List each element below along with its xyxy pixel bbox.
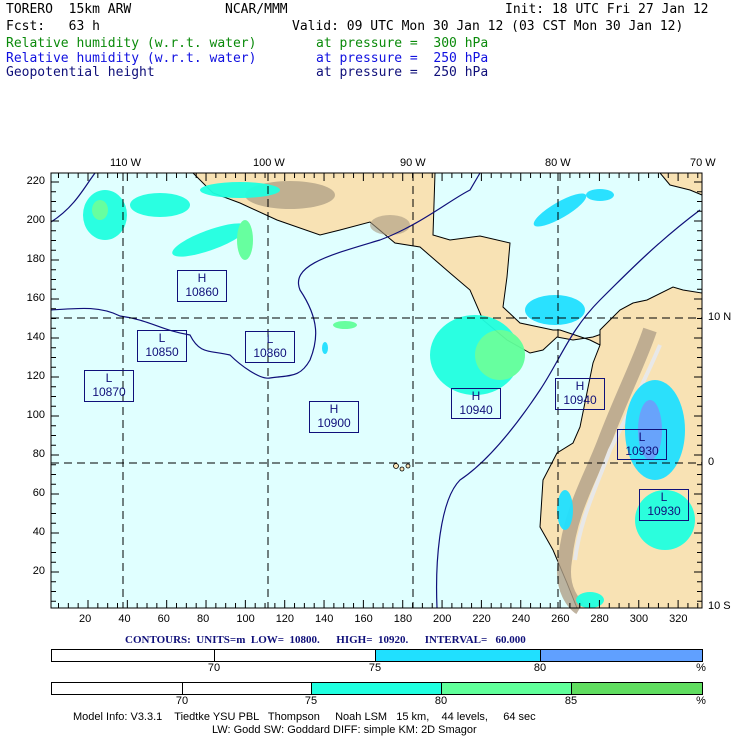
y-tick-label: 180 xyxy=(26,253,45,265)
colorbar-rh300-label: 75 xyxy=(304,695,318,707)
x-tick-label: 300 xyxy=(629,613,649,625)
x-tick-label: 140 xyxy=(315,613,334,625)
height-center-high: H 10900 xyxy=(309,401,359,433)
height-center-high: H 10940 xyxy=(451,388,501,419)
model-info-line1: Model Info: V3.3.1 Tiedtke YSU PBL Thomp… xyxy=(73,711,536,723)
weather-map-page: TORERO 15km ARW NCAR/MMM Init: 18 UTC Fr… xyxy=(0,0,740,740)
x-tick-label: 100 xyxy=(236,613,255,625)
lon-label-90w: 90 W xyxy=(400,157,426,169)
colorbar-rh300-label: 80 xyxy=(434,695,448,707)
y-tick-label: 120 xyxy=(26,370,45,382)
colorbar-rh250-segment xyxy=(376,650,541,661)
x-tick-label: 240 xyxy=(511,613,531,625)
x-tick-label: 180 xyxy=(393,613,413,625)
x-tick-label: 80 xyxy=(197,613,210,625)
y-tick-label: 40 xyxy=(32,526,45,538)
x-tick-label: 200 xyxy=(433,613,452,625)
x-tick-label: 220 xyxy=(472,613,491,625)
x-tick-label: 160 xyxy=(354,613,373,625)
y-tick-label: 140 xyxy=(26,331,45,343)
colorbar-rh250-segment xyxy=(52,650,215,661)
colorbar-rh300-segment xyxy=(52,683,183,694)
colorbar-rh300-segment xyxy=(312,683,442,694)
colorbar-rh300-label: 70 xyxy=(175,695,189,707)
lat-label-0: 0 xyxy=(708,456,715,468)
lat-label-10n: 10 N xyxy=(708,311,732,323)
colorbar-rh250-label: 70 xyxy=(207,662,221,674)
y-tick-label: 100 xyxy=(26,409,45,421)
y-tick-label: 20 xyxy=(32,565,45,577)
colorbar-rh300-segment xyxy=(442,683,572,694)
lat-label-10s: 10 S xyxy=(708,600,731,612)
height-center-low: L 10860 xyxy=(245,331,295,363)
x-tick-label: 280 xyxy=(590,613,609,625)
y-tick-label: 80 xyxy=(32,448,45,460)
x-tick-label: 20 xyxy=(79,613,92,625)
x-tick-label: 120 xyxy=(275,613,295,625)
colorbar-rh300 xyxy=(51,682,703,695)
height-center-high: H 10940 xyxy=(555,378,605,410)
y-tick-label: 220 xyxy=(26,175,45,187)
height-center-low: L 10930 xyxy=(639,489,689,521)
colorbar-rh300-unit: % xyxy=(696,695,706,707)
colorbar-rh250-segment xyxy=(541,650,702,661)
map-plot xyxy=(50,172,703,614)
y-tick-label: 200 xyxy=(26,214,45,226)
colorbar-rh250-label: 80 xyxy=(533,662,547,674)
lon-label-80w: 80 W xyxy=(545,157,571,169)
height-center-low: L 10850 xyxy=(137,330,187,362)
lon-label-100w: 100 W xyxy=(253,157,285,169)
model-info-line2: LW: Godd SW: Goddard DIFF: simple KM: 2D… xyxy=(212,724,477,736)
contour-info: CONTOURS: UNITS=m LOW= 10800. HIGH= 1092… xyxy=(125,634,526,646)
x-tick-label: 40 xyxy=(118,613,131,625)
lon-label-70w: 70 W xyxy=(690,157,716,169)
height-center-high: H 10860 xyxy=(177,270,227,302)
lon-label-110w: 110 W xyxy=(110,157,141,169)
x-tick-label: 320 xyxy=(669,613,688,625)
mountains-guatemala xyxy=(370,215,410,235)
x-tick-label: 260 xyxy=(551,613,570,625)
height-center-low: L 10870 xyxy=(84,370,134,402)
colorbar-rh250-label: 75 xyxy=(368,662,382,674)
y-tick-label: 60 xyxy=(32,487,45,499)
colorbar-rh300-label: 85 xyxy=(564,695,578,707)
colorbar-rh300-segment xyxy=(183,683,312,694)
x-tick-label: 60 xyxy=(157,613,170,625)
colorbar-rh250-unit: % xyxy=(696,662,706,674)
colorbar-rh250 xyxy=(51,649,703,662)
height-center-low: L 10930 xyxy=(617,429,667,460)
colorbar-rh300-segment xyxy=(572,683,702,694)
colorbar-rh250-segment xyxy=(215,650,376,661)
y-tick-label: 160 xyxy=(26,292,45,304)
